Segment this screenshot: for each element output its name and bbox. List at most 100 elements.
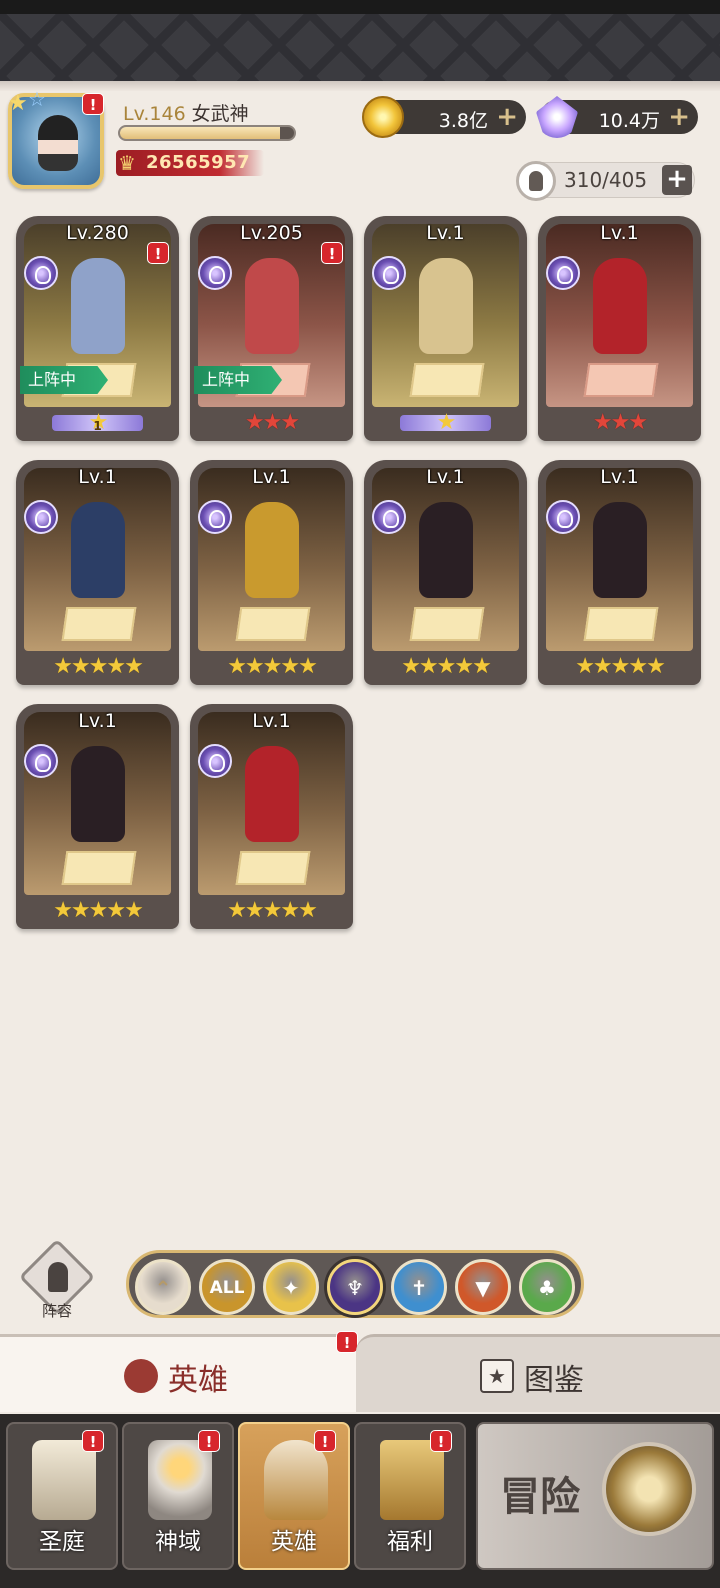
hero-card[interactable]: Lv.280 ★ 上阵中 1! (16, 216, 179, 441)
pedestal (409, 363, 485, 397)
hero-card[interactable]: Lv.1 ★★★ (538, 216, 701, 441)
dark-faction-icon (546, 500, 580, 534)
diamond-icon (536, 96, 578, 138)
hero-level: Lv.1 (252, 466, 291, 488)
helmet-icon (264, 1440, 328, 1520)
hero-level: Lv.1 (600, 222, 639, 244)
dark-faction-icon (24, 500, 58, 534)
sword-icon: ✝ (410, 1276, 428, 1300)
lineup-label: 阵容 (41, 1302, 72, 1320)
filter-light[interactable]: ✦ (263, 1259, 319, 1315)
alert-badge: ! (82, 1430, 104, 1452)
gem-counter[interactable]: 10.4万 + (536, 96, 698, 138)
hero-card[interactable]: Lv.1 ★★★★★ (190, 704, 353, 929)
bottom-navigation: 圣庭 ! 神域 ! 英雄 ! 福利 ! 冒险 (0, 1414, 720, 1588)
dark-faction-icon (546, 256, 580, 290)
dark-faction-icon (198, 500, 232, 534)
adventure-button[interactable]: 冒险 (476, 1422, 714, 1570)
gold-coin-icon (362, 96, 404, 138)
gold-value: 3.8亿 (438, 110, 488, 132)
star-rating: ★★★★★ (53, 898, 144, 923)
pedestal (61, 851, 137, 885)
tab-codex-label: 图鉴 (524, 1363, 584, 1398)
filter-dark[interactable]: ♆ (327, 1259, 383, 1315)
deployed-badge: 上阵中 (194, 366, 282, 394)
alert-badge: ! (314, 1430, 336, 1452)
tree-icon: ♣ (538, 1276, 556, 1300)
hero-stars: ★★★ (538, 409, 701, 437)
hero-slots-value: 310/405 (564, 168, 648, 192)
filter-wolf[interactable]: ▼ (455, 1259, 511, 1315)
hero-slot-icon (516, 161, 556, 201)
hero-level: Lv.1 (426, 222, 465, 244)
avatar-portrait (38, 115, 78, 171)
add-gems-button[interactable]: + (668, 102, 690, 132)
nav-domain-label: 神域 (155, 1529, 201, 1555)
tab-heroes[interactable]: 英雄 ! (0, 1331, 360, 1412)
hero-level: Lv.1 (600, 466, 639, 488)
hero-card-art (546, 468, 693, 651)
hero-sprite (244, 258, 299, 354)
nav-welfare[interactable]: 福利 ! (354, 1422, 466, 1570)
filter-tree[interactable]: ♣ (519, 1259, 575, 1315)
nav-heroes-label: 英雄 (271, 1529, 317, 1555)
dark-faction-icon (24, 744, 58, 778)
tab-codex[interactable]: ★ 图鉴 (356, 1334, 720, 1412)
xp-bar-fill (120, 127, 281, 139)
treasure-chest-icon (380, 1440, 444, 1520)
pedestal (409, 607, 485, 641)
crystal-altar-icon (148, 1440, 212, 1520)
pedestal (61, 607, 137, 641)
hero-level: Lv.1 (78, 466, 117, 488)
hero-sprite (244, 746, 299, 842)
hero-card[interactable]: Lv.1 ★ (364, 216, 527, 441)
hero-stars: ★★★★★ (16, 653, 179, 681)
alert-badge: ! (430, 1430, 452, 1452)
status-bar (0, 0, 720, 14)
hero-card[interactable]: Lv.1 ★★★★★ (364, 460, 527, 685)
hero-level: Lv.280 (66, 222, 129, 244)
codex-book-icon: ★ (480, 1359, 514, 1393)
hero-card-art (372, 224, 519, 407)
hero-card[interactable]: Lv.1 ★★★★★ (16, 460, 179, 685)
all-icon: ALL (209, 1278, 245, 1298)
dark-faction-icon (198, 256, 232, 290)
hero-card[interactable]: Lv.1 ★★★★★ (190, 460, 353, 685)
compass-icon (602, 1442, 696, 1536)
add-gold-button[interactable]: + (496, 102, 518, 132)
alert-badge: ! (198, 1430, 220, 1452)
filter-sword[interactable]: ✝ (391, 1259, 447, 1315)
nav-court[interactable]: 圣庭 ! (6, 1422, 118, 1570)
hero-stars: ★★★★★ (190, 653, 353, 681)
tab-heroes-label: 英雄 (168, 1363, 228, 1398)
nav-domain[interactable]: 神域 ! (122, 1422, 234, 1570)
hero-card[interactable]: Lv.205 ★★★ 上阵中! (190, 216, 353, 441)
dark-faction-icon (198, 744, 232, 778)
filter-chevron-up[interactable]: ⌃ (135, 1259, 191, 1315)
combat-power: ♛ 26565957 (116, 150, 264, 176)
dark-icon: ♆ (346, 1276, 364, 1300)
hero-card[interactable]: Lv.1 ★★★★★ (538, 460, 701, 685)
hero-card-art (24, 712, 171, 895)
dark-faction-icon (372, 500, 406, 534)
hero-card-art (198, 468, 345, 651)
lineup-button[interactable]: 阵容 (18, 1238, 96, 1320)
add-slots-button[interactable]: + (662, 165, 692, 195)
hero-tabs: 英雄 ! ★ 图鉴 (0, 1331, 720, 1412)
star-rating: ★★★★★ (227, 654, 318, 679)
hero-sprite (244, 502, 299, 598)
hero-card-art (198, 712, 345, 895)
chevron-up-icon: ⌃ (154, 1276, 172, 1300)
top-banner (0, 14, 720, 91)
alert-badge: ! (82, 93, 104, 115)
wolf-icon: ▼ (475, 1276, 491, 1300)
hero-sprite (418, 502, 473, 598)
nav-heroes[interactable]: 英雄 ! (238, 1422, 350, 1570)
hero-sprite (70, 258, 125, 354)
filter-all[interactable]: ALL (199, 1259, 255, 1315)
hero-card-art (24, 468, 171, 651)
hero-level: Lv.1 (252, 710, 291, 732)
hero-card[interactable]: Lv.1 ★★★★★ (16, 704, 179, 929)
gold-counter[interactable]: 3.8亿 + (362, 96, 526, 138)
player-avatar[interactable]: ★ ☆ ! (8, 87, 104, 189)
